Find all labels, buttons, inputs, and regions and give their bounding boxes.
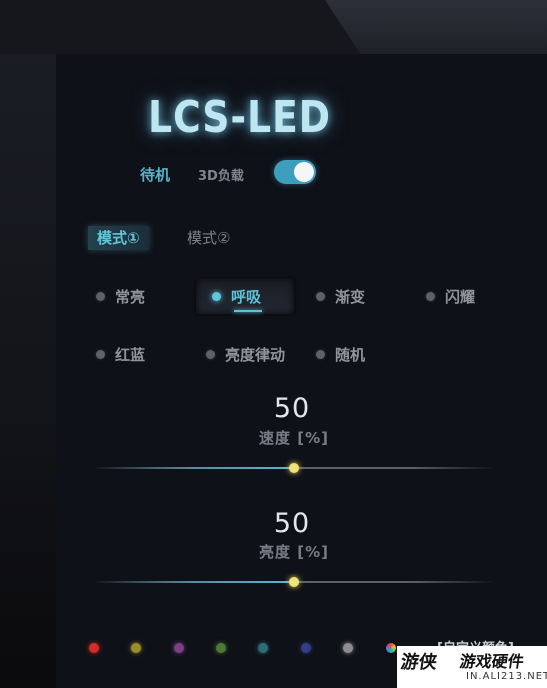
mode-label: 随机	[335, 345, 366, 364]
mode-label: 常亮	[115, 287, 146, 306]
color-swatch-rainbow[interactable]	[386, 643, 396, 653]
speed-slider[interactable]	[96, 462, 492, 474]
brightness-value: 50	[273, 508, 311, 539]
color-swatch-gray[interactable]	[343, 643, 353, 653]
mode-label: 亮度律动	[225, 345, 286, 364]
watermark-site: IN.ALI213.NET	[466, 671, 547, 682]
indicator-dot-icon	[96, 291, 105, 301]
mode-label: 闪耀	[445, 287, 476, 306]
tab-mode-1[interactable]: 模式①	[88, 226, 149, 250]
indicator-dot-icon	[206, 349, 215, 359]
title-bar-accent	[325, 0, 547, 54]
indicator-dot-icon	[426, 291, 435, 301]
mode-gradient[interactable]: 渐变	[316, 278, 406, 314]
tab-mode-2[interactable]: 模式②	[178, 226, 239, 250]
color-swatch-red[interactable]	[89, 643, 99, 653]
mode-label: 红蓝	[115, 345, 146, 364]
indicator-dot-icon	[316, 349, 325, 359]
mode-random[interactable]: 随机	[316, 336, 406, 372]
slider-thumb[interactable]	[289, 577, 299, 587]
brightness-label: 亮度 [%]	[259, 543, 329, 561]
slider-fill	[96, 467, 294, 469]
mode-constant[interactable]: 常亮	[96, 278, 186, 314]
app-logo: LCS-LED	[148, 92, 331, 143]
toggle-knob	[294, 162, 314, 182]
standby-label[interactable]: 待机	[140, 164, 170, 185]
speed-value: 50	[273, 393, 311, 424]
indicator-dot-icon	[316, 291, 325, 301]
load-3d-label[interactable]: 3D负载	[198, 165, 244, 184]
speed-label: 速度 [%]	[259, 429, 329, 447]
mode-label: 呼吸	[231, 287, 262, 306]
standby-3d-toggle[interactable]	[274, 160, 316, 184]
slider-fill	[96, 581, 294, 583]
side-bar	[0, 54, 56, 688]
mode-brightness-rhythm[interactable]: 亮度律动	[206, 336, 310, 372]
brightness-slider[interactable]	[96, 576, 492, 588]
mode-flash[interactable]: 闪耀	[426, 278, 516, 314]
watermark-product: 游戏硬件	[458, 652, 526, 671]
color-swatch-olive[interactable]	[131, 643, 141, 653]
color-swatch-blue[interactable]	[301, 643, 311, 653]
color-swatch-green[interactable]	[216, 643, 226, 653]
indicator-dot-icon	[96, 349, 105, 359]
watermark-brand: 游侠	[399, 652, 439, 673]
mode-breathing[interactable]: 呼吸	[196, 278, 294, 314]
slider-thumb[interactable]	[289, 463, 299, 473]
color-swatch-purple[interactable]	[174, 643, 184, 653]
mode-red-blue[interactable]: 红蓝	[96, 336, 186, 372]
color-swatch-teal[interactable]	[258, 643, 268, 653]
indicator-dot-icon	[212, 291, 221, 301]
mode-label: 渐变	[335, 287, 366, 306]
